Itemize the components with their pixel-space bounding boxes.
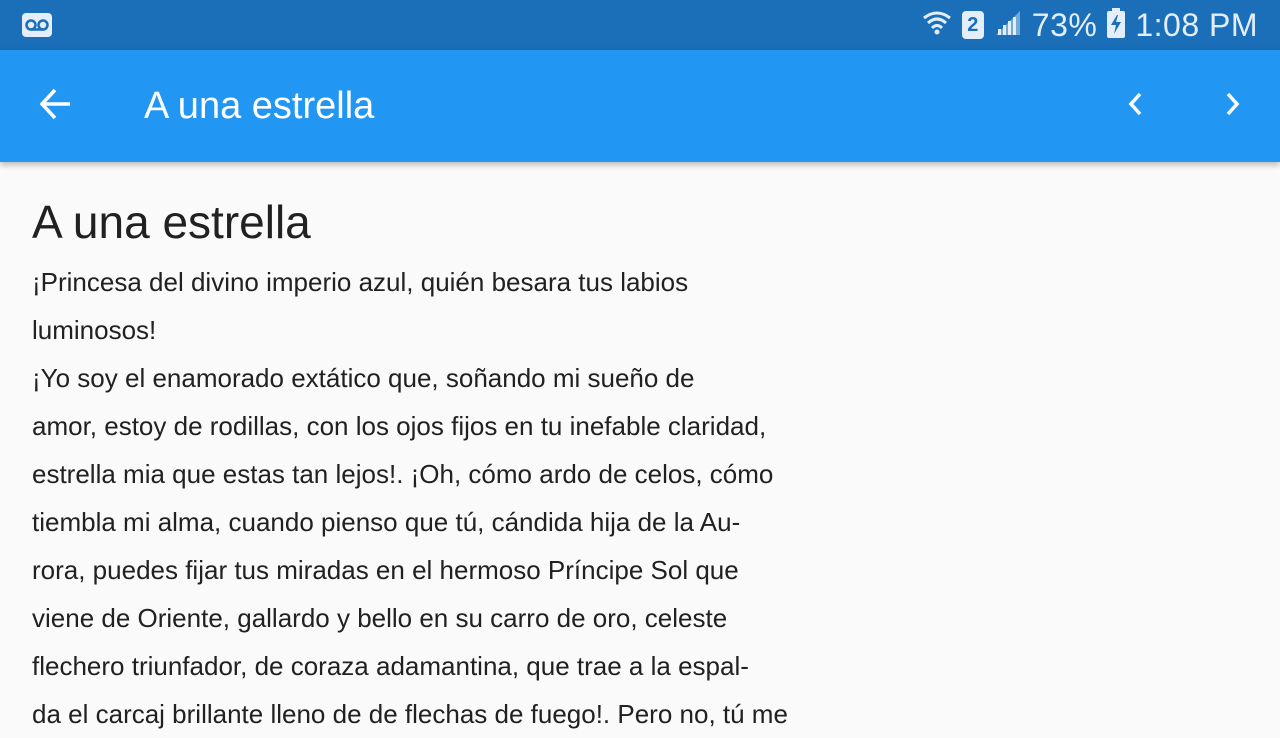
app-bar: A una estrella [0, 50, 1280, 162]
next-button[interactable] [1204, 78, 1260, 134]
poem-line: amor, estoy de rodillas, con los ojos fi… [32, 411, 767, 441]
poem-title: A una estrella [32, 196, 311, 248]
poem-line: rora, puedes fijar tus miradas en el her… [32, 555, 739, 585]
wifi-icon [922, 9, 952, 42]
poem-line: tiembla mi alma, cuando pienso que tú, c… [32, 507, 741, 537]
app-bar-title: A una estrella [144, 85, 375, 127]
poem-content: A una estrella ¡Princesa del divino impe… [32, 190, 852, 738]
poem-body: ¡Princesa del divino imperio azul, quién… [32, 258, 852, 738]
back-button[interactable] [28, 78, 84, 134]
poem-line: ¡Princesa del divino imperio azul, quién… [32, 267, 689, 297]
poem-line: flechero triunfador, de coraza adamantin… [32, 651, 749, 681]
clock: 1:08 PM [1135, 6, 1258, 43]
poem-line: da el carcaj brillante lleno de de flech… [32, 699, 788, 729]
status-icons: 2 73% 1:08 PM [922, 0, 1258, 50]
poem-line: estrella mia que estas tan lejos!. ¡Oh, … [32, 459, 774, 489]
previous-button[interactable] [1108, 78, 1164, 134]
chevron-right-icon [1220, 90, 1244, 123]
battery-charging-icon [1107, 7, 1126, 43]
poem-line: luminosos! [32, 315, 157, 345]
sim-icon: 2 [961, 11, 984, 39]
poem-line: ¡Yo soy el enamorado extático que, soñan… [32, 363, 695, 393]
battery-percent: 73% [1031, 6, 1098, 43]
status-bar: 2 73% 1:08 PM [0, 0, 1280, 50]
voicemail-icon [22, 13, 52, 42]
back-arrow-icon [38, 86, 74, 127]
signal-icon [994, 9, 1022, 42]
chevron-left-icon [1124, 90, 1148, 123]
poem-line: viene de Oriente, gallardo y bello en su… [32, 603, 728, 633]
